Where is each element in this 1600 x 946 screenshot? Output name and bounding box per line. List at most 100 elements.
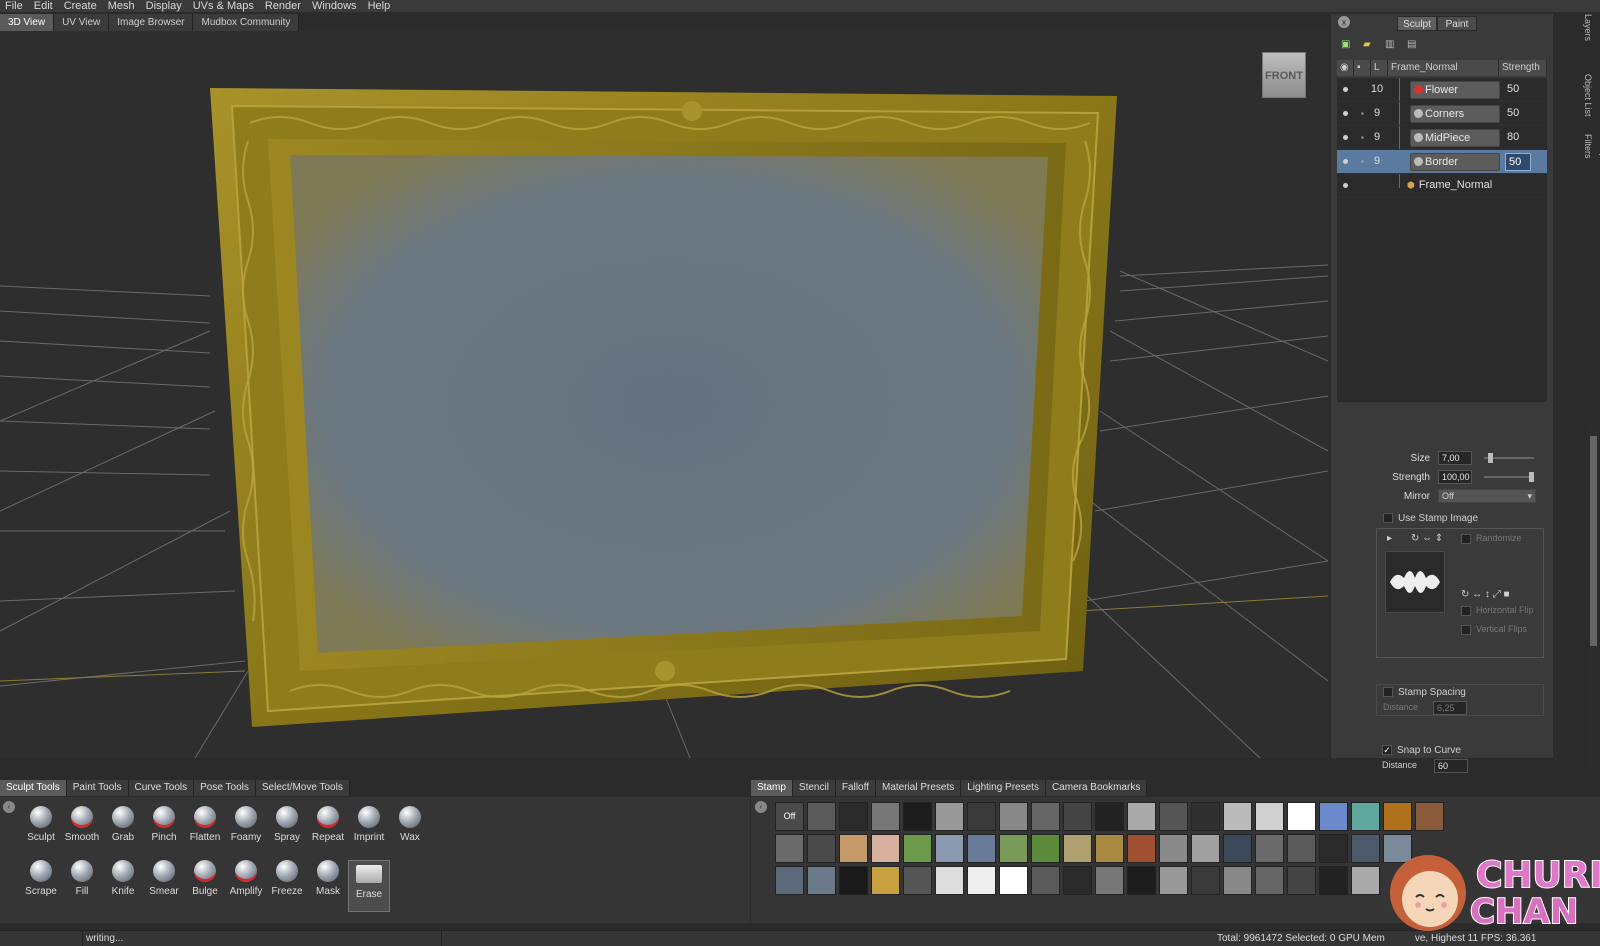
visibility-icon[interactable] [1343,135,1348,140]
stamp-thumbnail[interactable] [1095,866,1124,895]
stamp-thumbnail[interactable] [935,834,964,863]
collapse-icon[interactable]: ‹ [755,801,767,813]
snap-distance-input[interactable]: 60 [1434,759,1468,773]
vertical-flips-row[interactable]: Vertical Flips [1461,624,1527,635]
tool-mask[interactable]: Mask [307,860,349,897]
stamp-thumbnail[interactable] [1255,834,1284,863]
stamp-thumbnail[interactable] [1287,802,1316,831]
use-stamp-image-row[interactable]: Use Stamp Image [1383,513,1478,524]
tab-uv-view[interactable]: UV View [54,14,110,31]
menu-item-windows[interactable]: Windows [307,0,363,12]
randomize-checkbox[interactable] [1461,533,1471,544]
tool-spray[interactable]: Spray [266,806,308,843]
visibility-icon[interactable] [1343,159,1348,164]
visibility-icon[interactable] [1343,183,1348,188]
menu-item-file[interactable]: File [0,0,29,12]
menu-item-help[interactable]: Help [363,0,397,12]
stamp-thumbnail[interactable] [1255,802,1284,831]
stamp-thumbnail[interactable] [1031,866,1060,895]
tool-repeat[interactable]: Repeat [307,806,349,843]
stamp-thumbnail[interactable] [1287,866,1316,895]
stamp-thumbnail[interactable] [1127,834,1156,863]
layer-strength[interactable]: 80 [1507,131,1519,143]
snap-to-curve-checkbox[interactable]: ✓ [1382,745,1392,756]
base-layer-row[interactable]: ⬢ Frame_Normal [1337,174,1547,198]
rotate-icon[interactable]: ↻ ⇔ ⇕ [1411,533,1443,544]
stamp-thumbnail[interactable] [839,834,868,863]
strength-input[interactable]: 100,00 [1438,470,1472,484]
tab-sculpt[interactable]: Sculpt [1397,16,1437,31]
3d-viewport[interactable]: FRONT [0,31,1328,758]
stamp-thumbnail[interactable] [871,802,900,831]
stamp-thumbnail[interactable] [1415,802,1444,831]
stamp-thumbnail[interactable] [1191,802,1220,831]
stamp-thumbnail[interactable] [1319,802,1348,831]
tab-pose-tools[interactable]: Pose Tools [194,780,256,796]
stamp-thumbnail[interactable] [1191,866,1220,895]
visibility-icon[interactable] [1343,111,1348,116]
stamp-thumbnail[interactable] [1255,866,1284,895]
tab-stencil[interactable]: Stencil [792,780,836,796]
stamp-thumbnail[interactable] [1351,834,1380,863]
side-tab-object-list[interactable]: Object List [1580,74,1596,134]
side-tab-viewport-filters[interactable]: Viewport Filters [1580,134,1600,194]
tool-erase[interactable]: Erase [348,860,390,912]
stamp-thumbnail[interactable] [839,802,868,831]
stamp-thumbnail[interactable] [967,834,996,863]
tool-knife[interactable]: Knife [102,860,144,897]
tab-3d-view[interactable]: 3D View [0,14,55,31]
stamp-spacing-row[interactable]: Stamp Spacing [1383,687,1466,698]
properties-scrollbar[interactable] [1589,420,1598,772]
tab-material-presets[interactable]: Material Presets [875,780,962,796]
stamp-thumbnail[interactable] [1223,866,1252,895]
stamp-thumbnail[interactable] [1351,866,1380,895]
stamp-thumbnail[interactable] [935,802,964,831]
tab-sculpt-tools[interactable]: Sculpt Tools [0,780,67,796]
tool-grab[interactable]: Grab [102,806,144,843]
tool-smear[interactable]: Smear [143,860,185,897]
tab-camera-bookmarks[interactable]: Camera Bookmarks [1045,780,1148,796]
layer-row[interactable]: 10 Flower 50 [1337,78,1547,102]
mirror-select[interactable]: Off [1438,489,1536,503]
tool-freeze[interactable]: Freeze [266,860,308,897]
stamp-thumbnail[interactable] [1287,834,1316,863]
tool-scrape[interactable]: Scrape [20,860,62,897]
stamp-thumbnail[interactable] [839,866,868,895]
stamp-thumbnail[interactable] [807,866,836,895]
layer-strength[interactable]: 50 [1507,83,1519,95]
layer-strength[interactable]: 50 [1505,153,1531,171]
lock-icon[interactable]: ▪ [1361,157,1364,166]
stamp-thumbnail[interactable] [1351,802,1380,831]
tool-bulge[interactable]: Bulge [184,860,226,897]
stamp-thumbnail[interactable] [1095,834,1124,863]
stamp-thumbnail[interactable] [903,866,932,895]
stamp-thumbnail[interactable] [1031,834,1060,863]
stamp-thumbnail[interactable] [775,866,804,895]
tab-stamp[interactable]: Stamp [751,780,793,796]
stamp-thumbnail[interactable] [903,834,932,863]
stamp-thumbnail[interactable] [1063,834,1092,863]
size-input[interactable]: 7,00 [1438,451,1472,465]
stamp-thumbnail[interactable] [1223,802,1252,831]
layer-name[interactable]: MidPiece [1410,129,1500,147]
tool-flatten[interactable]: Flatten [184,806,226,843]
horizontal-flip-row[interactable]: Horizontal Flip [1461,605,1534,616]
menu-item-uvs-maps[interactable]: UVs & Maps [188,0,260,12]
collapse-icon[interactable]: ‹ [3,801,15,813]
transform-icons[interactable]: ↻ ↔ ↕ ⤢ ■ [1461,589,1510,600]
spacing-distance-input[interactable]: 6,25 [1433,701,1467,715]
stamp-thumbnail[interactable] [903,802,932,831]
stamp-thumbnail[interactable] [999,802,1028,831]
stamp-thumbnail[interactable] [1319,834,1348,863]
vertical-flips-checkbox[interactable] [1461,624,1471,635]
use-stamp-image-checkbox[interactable] [1383,513,1393,524]
tool-smooth[interactable]: Smooth [61,806,103,843]
stamp-thumbnail[interactable] [967,866,996,895]
snap-to-curve-row[interactable]: ✓ Snap to Curve [1382,745,1461,756]
stamp-thumbnail[interactable] [935,866,964,895]
stamp-thumbnail[interactable] [999,834,1028,863]
close-icon[interactable]: x [1338,16,1350,28]
merge-icon[interactable]: ▤ [1407,39,1418,50]
tab-paint-tools[interactable]: Paint Tools [66,780,129,796]
layer-name[interactable]: Border [1410,153,1500,171]
